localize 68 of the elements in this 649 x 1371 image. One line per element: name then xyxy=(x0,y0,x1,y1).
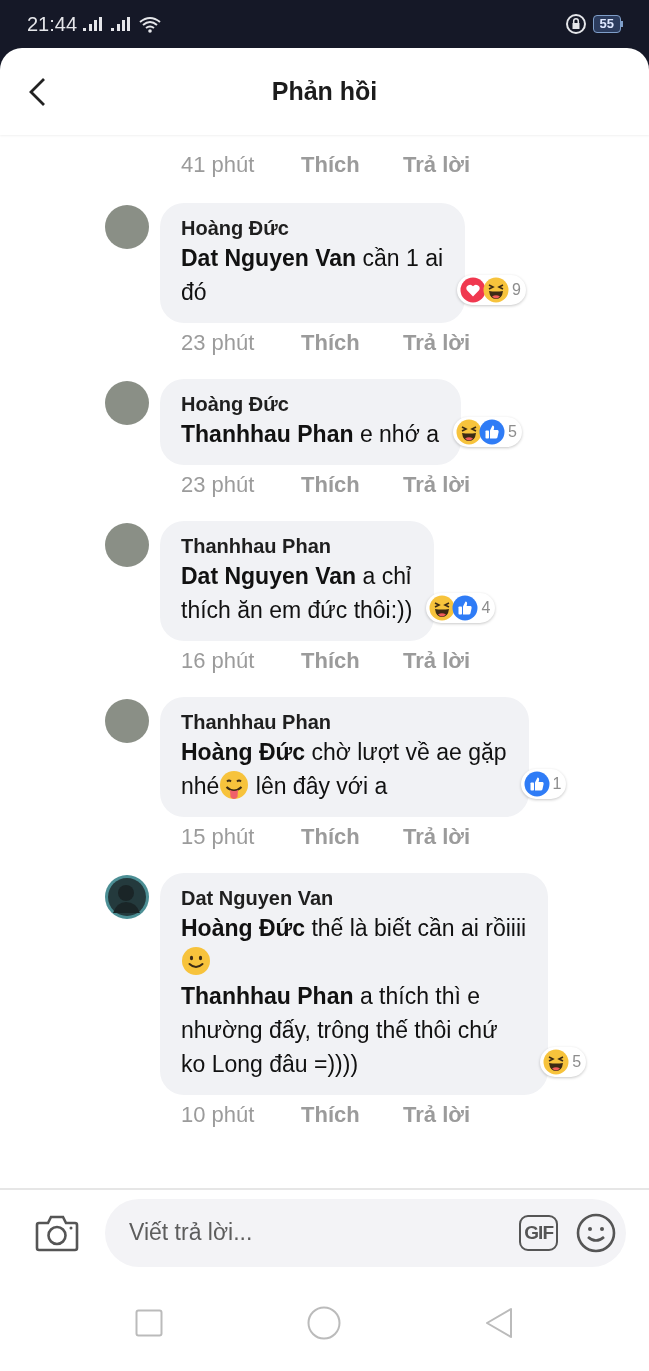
laughing-reaction-icon xyxy=(483,277,510,303)
battery-indicator: 55 xyxy=(592,15,623,33)
reply-link[interactable]: Trả lời xyxy=(403,824,470,850)
comment-time: 15 phút xyxy=(181,824,255,850)
avatar-photo-placeholder[interactable] xyxy=(105,699,149,743)
gif-button[interactable]: GIF xyxy=(519,1214,558,1251)
reply-link[interactable]: Trả lời xyxy=(403,330,470,356)
comment-time: 23 phút xyxy=(181,472,255,498)
comment-text: Thanhhau Phan e nhớ a xyxy=(181,421,439,447)
avatar-photo-placeholder[interactable] xyxy=(105,381,149,425)
clock-time: 21:44 xyxy=(27,12,78,36)
smiling-emoji-icon xyxy=(181,946,211,976)
comment-text: Dat Nguyen Van cần 1 ai đó xyxy=(181,245,444,305)
reply-link[interactable]: Trả lời xyxy=(403,1102,470,1128)
back-nav-icon[interactable] xyxy=(484,1307,514,1339)
comment-text: nhé xyxy=(181,773,220,799)
like-link[interactable]: Thích xyxy=(301,648,360,674)
reply-link[interactable]: Trả lời xyxy=(403,472,470,498)
comment-author[interactable]: Hoàng Đức xyxy=(181,391,439,417)
thumbs-up-reaction-icon xyxy=(452,595,479,621)
comment-text: lên đây với a xyxy=(254,773,388,799)
reply-link[interactable]: Trả lời xyxy=(403,648,470,674)
comment-time: 16 phút xyxy=(181,648,255,674)
comment-text: Thanhhau Phan a thích thì e nhường đấy, trông thế thôi chứ ko Long đâu =)))) xyxy=(181,983,498,1077)
reaction-summary[interactable]: 9 xyxy=(457,275,526,305)
reaction-count: 9 xyxy=(512,281,521,299)
comment-time: 23 phút xyxy=(181,330,255,356)
page-title: Phản hồi xyxy=(271,77,378,106)
avatar-photo-placeholder[interactable] xyxy=(105,205,149,249)
comment-text: Dat Nguyen Van a chỉ thích ăn em đức thôi:)) xyxy=(181,563,413,623)
reaction-count: 5 xyxy=(572,1053,582,1071)
rotation-lock-icon xyxy=(564,13,587,35)
like-link[interactable]: Thích xyxy=(301,152,360,178)
reaction-count: 5 xyxy=(507,423,517,441)
heart-reaction-icon xyxy=(460,277,487,303)
reaction-summary[interactable]: 5 xyxy=(452,417,522,447)
comment-time: 10 phút xyxy=(181,1102,255,1128)
laughing-reaction-icon xyxy=(455,419,482,445)
reply-input-field[interactable]: Viết trả lời... GIF xyxy=(105,1198,626,1267)
comment-text: Hoàng Đức chờ lượt về ae gặp xyxy=(181,739,507,765)
comment-author[interactable]: Dat Nguyen Van xyxy=(181,885,527,911)
home-icon[interactable] xyxy=(306,1306,341,1340)
like-link[interactable]: Thích xyxy=(301,472,360,498)
laughing-reaction-icon xyxy=(543,1049,570,1075)
laughing-reaction-icon xyxy=(429,595,456,621)
comment-text: Hoàng Đức thế là biết cần ai rồiiii xyxy=(181,915,527,941)
recent-apps-icon[interactable] xyxy=(135,1309,163,1337)
comment-author[interactable]: Thanhhau Phan xyxy=(181,533,413,559)
avatar-photo-placeholder[interactable] xyxy=(105,523,149,567)
tongue-out-emoji-icon xyxy=(219,770,250,802)
like-link[interactable]: Thích xyxy=(301,330,360,356)
reaction-summary[interactable]: 5 xyxy=(540,1047,587,1077)
avatar-silhouette-icon[interactable] xyxy=(105,875,149,919)
camera-icon[interactable] xyxy=(35,1213,79,1252)
comment-time: 41 phút xyxy=(181,152,255,178)
comment-author[interactable]: Thanhhau Phan xyxy=(181,709,507,735)
comment-author[interactable]: Hoàng Đức xyxy=(181,215,444,241)
reply-link[interactable]: Trả lời xyxy=(403,152,470,178)
thumbs-up-reaction-icon xyxy=(478,419,505,445)
reaction-count: 1 xyxy=(552,775,562,793)
thumbs-up-reaction-icon xyxy=(523,771,550,797)
reaction-summary[interactable]: 4 xyxy=(426,593,496,623)
reaction-summary[interactable]: 1 xyxy=(520,769,567,799)
emoji-icon[interactable] xyxy=(576,1212,616,1253)
reaction-count: 4 xyxy=(481,599,491,617)
like-link[interactable]: Thích xyxy=(301,824,360,850)
like-link[interactable]: Thích xyxy=(301,1102,360,1128)
wifi-icon xyxy=(139,15,162,33)
